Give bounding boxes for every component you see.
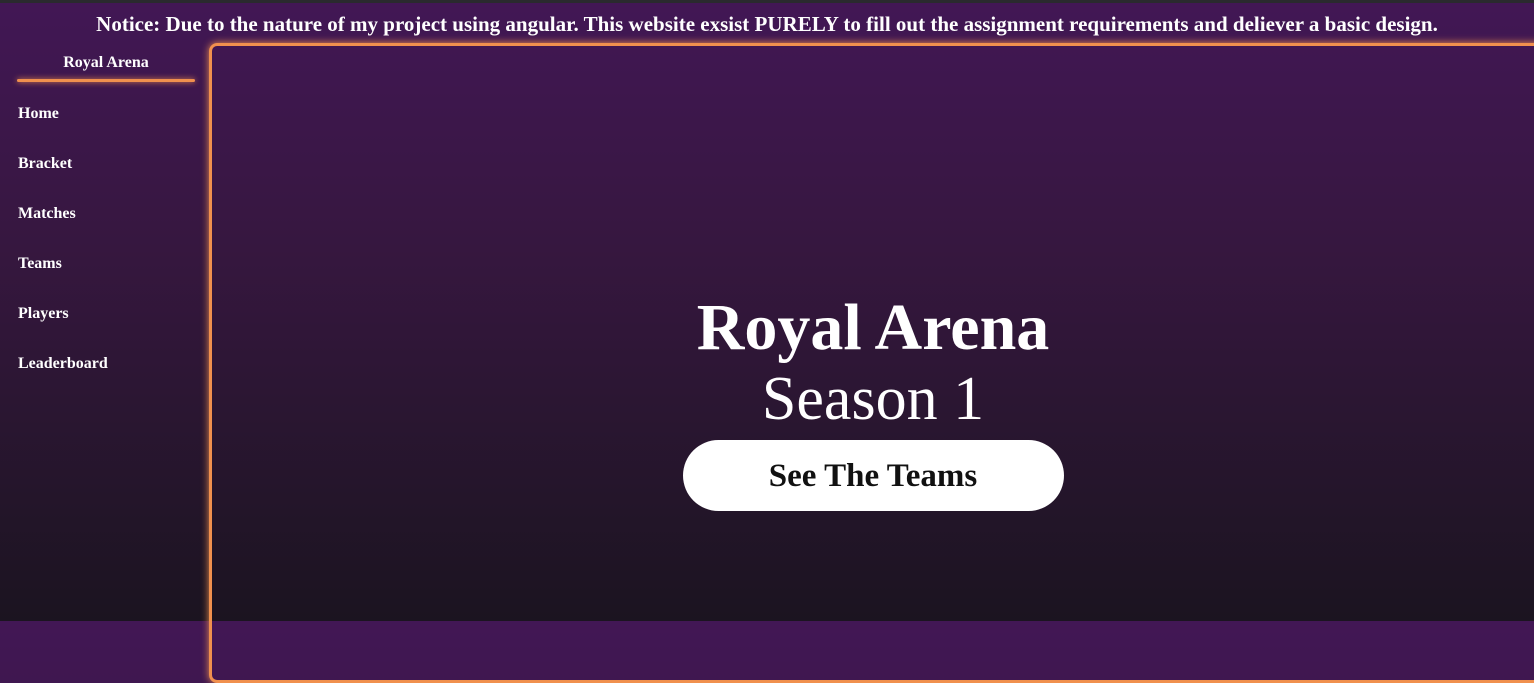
sidebar-item-matches[interactable]: Matches <box>18 205 108 255</box>
notice-banner: Notice: Due to the nature of my project … <box>96 12 1438 36</box>
hero-title: Royal Arena <box>696 291 1050 364</box>
hero-subtitle: Season 1 <box>761 365 985 433</box>
sidebar-brand[interactable]: Royal Arena <box>17 54 195 72</box>
hero: Royal Arena Season 1 See The Teams <box>0 290 1534 511</box>
brand-underline <box>17 79 195 82</box>
window-top-bar <box>0 0 1534 3</box>
see-teams-button[interactable]: See The Teams <box>682 440 1064 511</box>
sidebar-item-bracket[interactable]: Bracket <box>18 155 108 205</box>
sidebar-item-home[interactable]: Home <box>18 105 108 155</box>
